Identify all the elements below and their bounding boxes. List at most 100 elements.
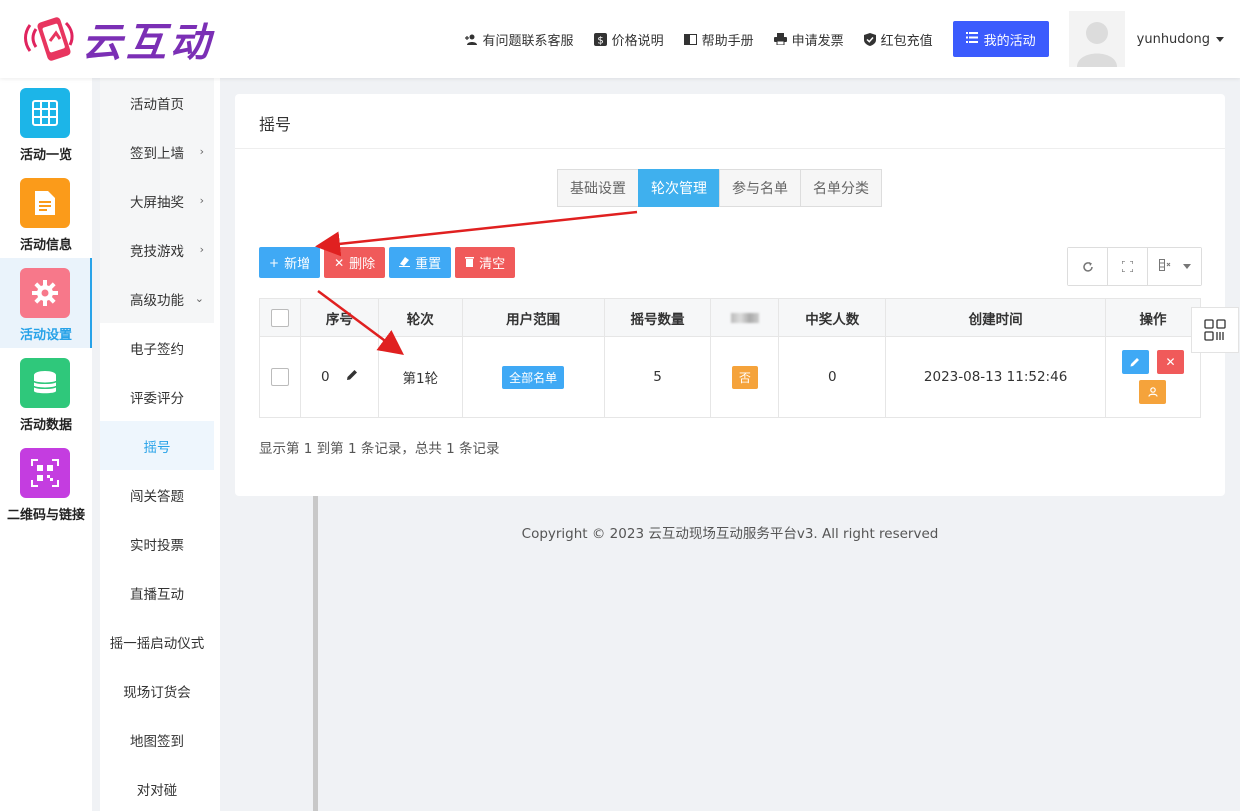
flag-badge[interactable]: 否 (731, 365, 758, 389)
printer-icon (773, 33, 787, 45)
columns-icon (1158, 258, 1177, 275)
caret-down-icon (1216, 36, 1224, 42)
rounds-table: 序号 轮次 用户范围 摇号数量 中奖人数 创建时间 操作 0 第1轮 全部名单 … (259, 298, 1202, 418)
nav-help-manual[interactable]: 帮助手册 (683, 30, 754, 49)
submenu-item-advanced[interactable]: 高级功能 ⌄ (100, 274, 214, 323)
row-select-cell (259, 336, 301, 418)
sidebar-item-activity-list[interactable]: 活动一览 (0, 78, 92, 168)
row-user-button[interactable] (1139, 380, 1167, 404)
divider (235, 148, 1225, 149)
submenu-item-order-fair[interactable]: 现场订货会 (100, 666, 214, 715)
col-header-winner-count[interactable]: 中奖人数 (778, 298, 887, 337)
logo-text: 云互动 (82, 19, 214, 66)
sidebar-item-activity-info[interactable]: 活动信息 (0, 168, 92, 258)
reset-button[interactable]: 重置 (389, 247, 452, 278)
tab-participant-list[interactable]: 参与名单 (719, 169, 801, 207)
phone-logo-icon (22, 11, 78, 67)
top-header: 云互动 有问题联系客服 $ 价格说明 帮助手册 申请发票 红包充值 我的活动 y… (0, 0, 1240, 78)
nav-redpacket-recharge[interactable]: 红包充值 (863, 30, 933, 49)
submenu-item-judge-score[interactable]: 评委评分 (100, 372, 214, 421)
submenu-item-e-sign[interactable]: 电子签约 (100, 323, 214, 372)
document-icon (20, 178, 70, 228)
pagination-info: 显示第 1 到第 1 条记录，总共 1 条记录 (259, 441, 500, 457)
chevron-right-icon: › (199, 243, 204, 256)
select-all-cell (259, 298, 301, 337)
gear-icon (20, 268, 70, 318)
chevron-down-icon: ⌄ (194, 292, 204, 305)
close-icon: ✕ (334, 255, 345, 270)
sidebar-item-activity-data[interactable]: 活动数据 (0, 348, 92, 438)
database-icon (20, 358, 70, 408)
submenu-item-live-interaction[interactable]: 直播互动 (100, 568, 214, 617)
tab-basic-settings[interactable]: 基础设置 (557, 169, 639, 207)
submenu-item-live-vote[interactable]: 实时投票 (100, 519, 214, 568)
eraser-icon (399, 256, 411, 270)
edit-row-button[interactable] (1121, 350, 1149, 374)
col-header-actions: 操作 (1104, 298, 1202, 337)
caret-down-icon (1182, 264, 1191, 269)
add-button[interactable]: + 新增 (259, 247, 321, 278)
col-header-user-scope[interactable]: 用户范围 (461, 298, 605, 337)
fullscreen-icon[interactable] (1108, 248, 1148, 285)
list-icon (965, 31, 978, 47)
top-nav: 有问题联系客服 $ 价格说明 帮助手册 申请发票 红包充值 我的活动 yunhu… (464, 0, 1240, 78)
shield-check-icon (863, 32, 876, 46)
table-header-row: 序号 轮次 用户范围 摇号数量 中奖人数 创建时间 操作 (259, 298, 1202, 337)
nav-contact-support[interactable]: 有问题联系客服 (464, 30, 574, 49)
submenu-item-competitive-games[interactable]: 竞技游戏 › (100, 225, 214, 274)
primary-sidebar: 活动一览 活动信息 活动设置 活动数据 二维码与链接 (0, 78, 92, 811)
user-icon (1148, 387, 1158, 397)
cell-index: 0 (299, 336, 379, 418)
nav-invoice[interactable]: 申请发票 (773, 30, 844, 49)
add-user-icon (464, 34, 478, 45)
my-activity-button[interactable]: 我的活动 (952, 21, 1049, 57)
submenu-item-signin-wall[interactable]: 签到上墙 › (100, 127, 214, 176)
sidebar-item-qrcode-links[interactable]: 二维码与链接 (0, 438, 92, 528)
plus-icon: + (269, 255, 280, 270)
columns-toggle-button[interactable] (1148, 248, 1201, 285)
col-header-blurred[interactable] (710, 298, 780, 337)
chevron-right-icon: › (199, 194, 204, 207)
book-icon (683, 33, 697, 45)
sidebar-item-activity-settings[interactable]: 活动设置 (0, 258, 92, 348)
floating-qrcode-button[interactable] (1191, 307, 1239, 353)
delete-row-button[interactable]: ✕ (1156, 350, 1184, 374)
refresh-icon[interactable] (1068, 248, 1108, 285)
col-header-index[interactable]: 序号 (299, 298, 379, 337)
table-row: 0 第1轮 全部名单 5 否 0 2023-08-13 11:52:46 ✕ (259, 336, 1202, 418)
trash-icon (465, 256, 475, 270)
select-all-checkbox[interactable] (270, 308, 289, 327)
page-title: 摇号 (259, 115, 292, 134)
chevron-right-icon: › (199, 145, 204, 158)
avatar[interactable] (1068, 11, 1125, 67)
cell-created-time: 2023-08-13 11:52:46 (885, 336, 1106, 418)
logo[interactable]: 云互动 (22, 10, 214, 68)
pencil-edit-icon[interactable] (346, 369, 358, 385)
blurred-text (730, 312, 759, 323)
main-panel: 摇号 基础设置 轮次管理 参与名单 名单分类 + 新增 ✕ 删除 重置 清空 序… (235, 94, 1225, 496)
user-menu[interactable]: yunhudong (1137, 32, 1224, 47)
submenu-item-quiz[interactable]: 闯关答题 (100, 470, 214, 519)
tab-round-management[interactable]: 轮次管理 (638, 169, 720, 207)
submenu-item-shake-ceremony[interactable]: 摇一摇启动仪式 (100, 617, 214, 666)
col-header-created-time[interactable]: 创建时间 (885, 298, 1106, 337)
footer-copyright: Copyright © 2023 云互动现场互动服务平台v3. All righ… (521, 526, 939, 542)
submenu-item-match-game[interactable]: 对对碰 (100, 764, 214, 811)
cell-actions: ✕ (1104, 336, 1202, 418)
tab-list-category[interactable]: 名单分类 (800, 169, 882, 207)
clear-button[interactable]: 清空 (455, 247, 516, 278)
submenu-item-activity-home[interactable]: 活动首页 (100, 78, 214, 127)
table-toolbar: + 新增 ✕ 删除 重置 清空 (259, 247, 519, 278)
cell-user-scope: 全部名单 (461, 336, 605, 418)
col-header-round[interactable]: 轮次 (377, 298, 463, 337)
submenu-item-map-signin[interactable]: 地图签到 (100, 715, 214, 764)
cell-flag: 否 (710, 336, 780, 418)
row-checkbox[interactable] (270, 368, 289, 386)
submenu-item-lottery-draw[interactable]: 摇号 (100, 421, 214, 470)
submenu-item-screen-lottery[interactable]: 大屏抽奖 › (100, 176, 214, 225)
col-header-draw-count[interactable]: 摇号数量 (603, 298, 712, 337)
close-icon: ✕ (1165, 355, 1176, 369)
delete-button[interactable]: ✕ 删除 (324, 247, 386, 278)
qrcode-icon (1204, 319, 1226, 341)
nav-pricing[interactable]: $ 价格说明 (593, 30, 664, 49)
